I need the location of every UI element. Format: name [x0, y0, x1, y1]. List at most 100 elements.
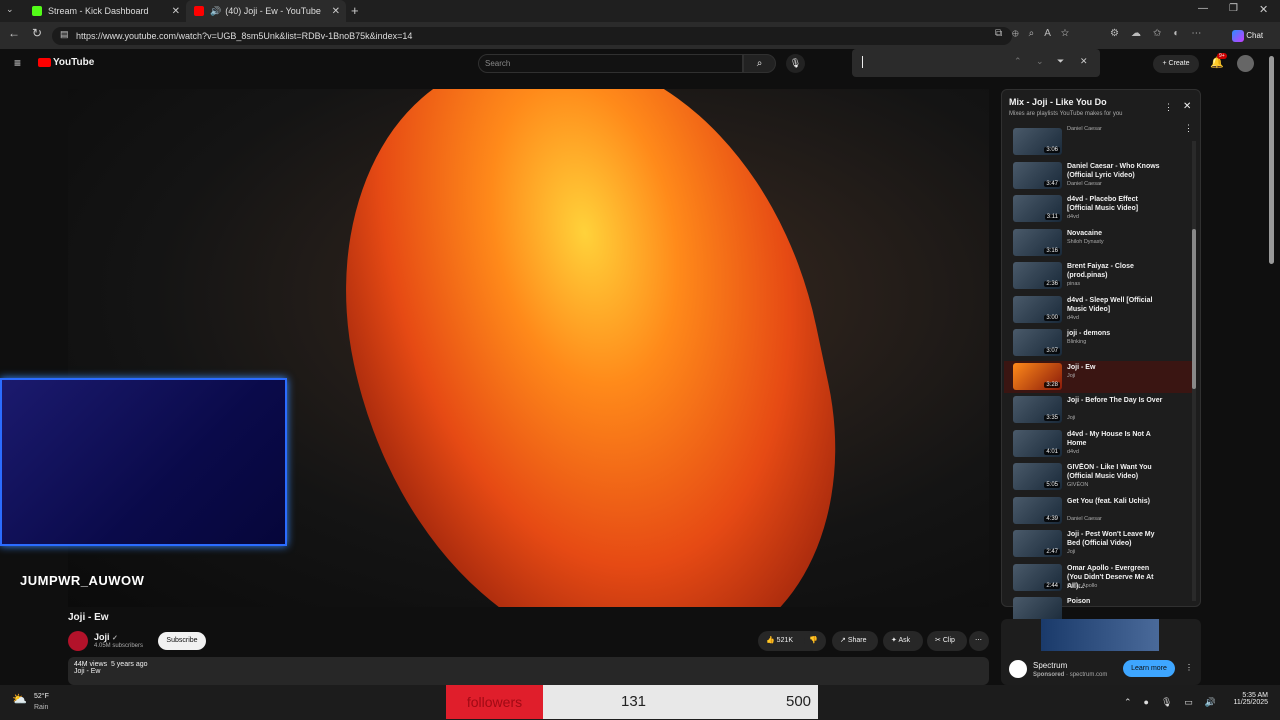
ad-sponsored: Sponsored [1033, 672, 1065, 678]
back-icon[interactable]: ← [6, 26, 22, 40]
playlist-thumbnail: 2:36 [1013, 262, 1062, 289]
copilot-chat-button[interactable]: Chat [1232, 28, 1276, 44]
playlist-item-channel: Daniel Caesar [1067, 180, 1102, 187]
menu-icon[interactable]: ≡ [14, 56, 21, 70]
playlist-thumbnail: 2:47 [1013, 530, 1062, 557]
playlist-close-icon[interactable]: ✕ [1183, 101, 1191, 112]
plus-icon: + [1162, 60, 1167, 67]
playlist-item[interactable]: 2:47 Joji - Pest Won't Leave My Bed (Offi… [1004, 528, 1192, 560]
playlist-thumbnail: 4:39 [1013, 496, 1062, 524]
refresh-icon[interactable]: ↻ [29, 26, 45, 40]
close-window-button[interactable]: ✕ [1259, 3, 1268, 16]
tab-youtube[interactable]: 🔊 (40) Joji - Ew - YouTube ✕ [186, 0, 346, 22]
playlist-item-channel: Daniel Caesar [1067, 515, 1102, 522]
playlist-item-title: Joji - Ew [1067, 363, 1096, 371]
tab-list-icon[interactable]: ⌄ [6, 4, 14, 15]
youtube-icon [194, 6, 204, 16]
find-close-icon[interactable]: ✕ [1080, 56, 1088, 67]
playlist-item-title: Get You (feat. Kali Uchis) [1067, 497, 1150, 505]
ad-card[interactable]: Spectrum Sponsored · spectrum.com Learn … [1001, 619, 1201, 685]
clock[interactable]: 5:35 AM 11/25/2025 [1224, 692, 1268, 706]
playlist-item-channel: Joji [1067, 372, 1076, 379]
site-info-icon[interactable]: ▤ [60, 29, 69, 40]
search-input[interactable]: Search [478, 54, 743, 73]
playlist-subtitle: Mixes are playlists YouTube makes for yo… [1009, 111, 1123, 117]
playlist-item[interactable]: 5:05 GIVĒON - Like I Want You (Official M… [1004, 461, 1192, 493]
playlist-duration: 2:36 [1044, 281, 1060, 287]
subscriber-count: 4.05M subscribers [94, 643, 144, 649]
subscribe-button[interactable]: Subscribe [158, 632, 206, 650]
sparkle-icon: ✦ [891, 637, 897, 644]
playlist-scrollbar[interactable] [1192, 141, 1196, 601]
playlist-item[interactable]: 2:44 Omar Apollo - Evergreen (You Didn't … [1004, 562, 1192, 594]
page-scrollbar[interactable] [1269, 56, 1276, 684]
playlist-item[interactable]: 3:06 Daniel Caesar [1004, 126, 1192, 158]
playlist-item[interactable]: 3:00 d4vd - Sleep Well [Official Music Vi… [1004, 294, 1192, 326]
browser-extensions[interactable]: ⚙☁✩◐⋯ [1110, 28, 1213, 39]
ask-label: Ask [898, 637, 911, 644]
ask-button[interactable]: ✦ Ask [883, 631, 923, 651]
create-button[interactable]: + Create [1153, 55, 1199, 73]
learn-more-button[interactable]: Learn more [1123, 660, 1175, 677]
playlist-thumbnail: 4:01 [1013, 429, 1062, 457]
like-count: 521K [776, 637, 794, 644]
playlist-thumbnail: 3:00 [1013, 295, 1062, 323]
playlist-item-channel: d4vd [1067, 214, 1079, 220]
close-tab-icon[interactable]: ✕ [172, 6, 180, 17]
channel-name[interactable]: Joji ✓ [94, 632, 118, 642]
ad-menu-icon[interactable]: ⋮ [1185, 663, 1193, 672]
search-button[interactable]: ⌕ [743, 54, 776, 73]
playlist-duration: 3:16 [1044, 247, 1060, 254]
restore-button[interactable]: ❐ [1229, 3, 1238, 14]
playlist-menu-icon[interactable]: ⋮ [1164, 102, 1173, 113]
speaker-icon[interactable]: 🔊 [210, 6, 221, 17]
find-input[interactable] [862, 56, 863, 68]
playlist-item-channel: GIVĒON [1067, 482, 1089, 488]
create-label: Create [1168, 60, 1190, 67]
find-next-icon[interactable]: ⌄ [1036, 56, 1044, 67]
clip-button[interactable]: ✂ Clip [927, 631, 967, 651]
weather-icon[interactable]: ⛅ [12, 692, 27, 706]
playlist-scroll-thumb[interactable] [1192, 229, 1196, 389]
address-actions[interactable]: ⧉⊕⌕A☆ [995, 28, 1079, 39]
playlist-thumbnail: 3:07 [1013, 329, 1062, 356]
followers-goal: 500 [786, 693, 812, 710]
playlist-item[interactable]: 3:35 Joji - Before The Day Is Over Joji [1004, 394, 1192, 426]
youtube-play-icon [38, 58, 51, 67]
close-tab-icon[interactable]: ✕ [332, 6, 340, 17]
youtube-logo[interactable]: YouTube [38, 57, 94, 68]
playlist-duration: 3:11 [1044, 214, 1060, 220]
ad-domain: spectrum.com [1069, 672, 1108, 678]
more-actions-button[interactable]: ⋯ [969, 631, 989, 651]
playlist-item[interactable]: 3:11 d4vd - Placebo Effect [Official Musi… [1004, 193, 1192, 225]
copilot-icon [1232, 29, 1244, 42]
share-label: Share [847, 637, 867, 644]
playlist-duration: 5:05 [1044, 482, 1060, 488]
description-box[interactable]: 44M views 5 years ago Joji - Ew [68, 657, 989, 685]
playlist-item[interactable]: 4:39 Get You (feat. Kali Uchis) Daniel Cae… [1004, 495, 1192, 527]
new-tab-button[interactable]: + [351, 3, 359, 18]
playlist-item[interactable]: 3:07 joji - demons Blinking [1004, 327, 1192, 359]
share-button[interactable]: ↗ Share [832, 631, 878, 651]
dislike-button[interactable]: 👎 [804, 631, 826, 651]
channel-avatar[interactable] [68, 631, 88, 651]
page-scroll-thumb[interactable] [1269, 56, 1274, 264]
playlist-item[interactable]: 3:16 Novacaine Shiloh Dynasty [1004, 227, 1192, 259]
find-prev-icon[interactable]: ⌃ [1014, 56, 1022, 67]
voice-search-icon[interactable]: 🎙 [786, 54, 805, 73]
system-tray-icons[interactable]: ⌃●🎙▭🔊 [1124, 697, 1228, 708]
playlist-item[interactable]: 3:28 Joji - Ew Joji [1004, 360, 1192, 393]
playlist-item-channel: Shiloh Dynasty [1067, 238, 1104, 245]
playlist-item[interactable]: 2:36 Brent Faiyaz - Close (prod.pinas) pin… [1004, 260, 1192, 292]
find-filter-icon[interactable]: ⏷ [1057, 56, 1064, 67]
playlist-item-title: Joji - Pest Won't Leave My Bed (Official… [1067, 531, 1155, 547]
playlist-thumbnail: 3:06 [1013, 128, 1062, 155]
account-avatar[interactable] [1237, 55, 1254, 72]
minimize-button[interactable]: — [1198, 3, 1208, 14]
playlist-item[interactable]: 4:01 d4vd - My House Is Not A Home d4vd [1004, 428, 1192, 460]
view-count: 44M views [74, 661, 108, 668]
playlist-item[interactable]: 3:47 Daniel Caesar - Who Knows (Official … [1004, 160, 1192, 192]
playlist-item-title: d4vd - Sleep Well [Official Music Video] [1067, 296, 1153, 313]
url-field[interactable]: https://www.youtube.com/watch?v=UGB_8sm5… [52, 27, 1012, 45]
tab-kick-dashboard[interactable]: Stream - Kick Dashboard ✕ [24, 0, 186, 22]
